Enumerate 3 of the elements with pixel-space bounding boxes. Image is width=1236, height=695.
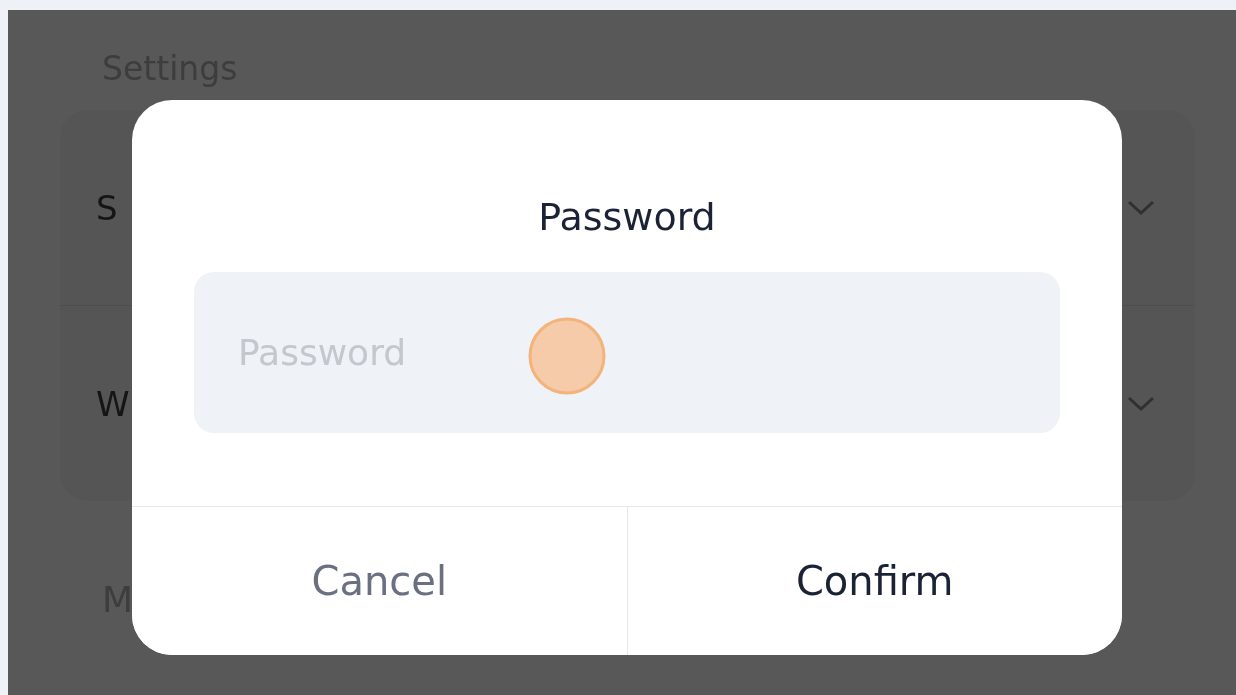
row-label: W [96,383,130,424]
dialog-title: Password [538,194,716,241]
row-label: S [96,187,118,228]
